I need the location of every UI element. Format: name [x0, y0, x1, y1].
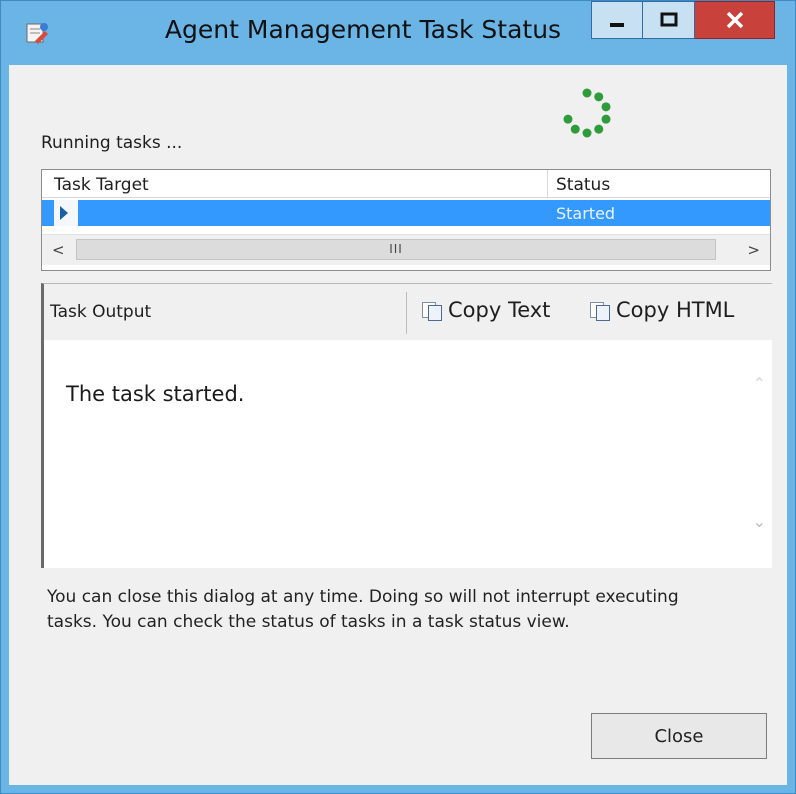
scroll-up-icon[interactable]: ⌃: [753, 374, 766, 393]
copy-text-button[interactable]: Copy Text: [422, 298, 550, 322]
dialog-window: Agent Management Task Status Running tas…: [0, 0, 796, 794]
running-status-label: Running tasks ...: [41, 133, 183, 153]
minimize-icon: [610, 23, 624, 27]
horizontal-scrollbar[interactable]: < III >: [42, 234, 770, 265]
grid-header: Task Target Status: [42, 170, 770, 198]
scroll-left-button[interactable]: <: [52, 241, 65, 259]
output-toolbar: Task Output Copy Text Copy HTML: [44, 284, 772, 340]
close-window-button[interactable]: [695, 1, 775, 39]
close-icon: [726, 11, 743, 29]
dialog-client-area: Running tasks ... Task Target Status Sta…: [9, 65, 787, 785]
spinner-dot: [594, 92, 604, 102]
task-output-panel: Task Output Copy Text Copy HTML The task…: [41, 283, 772, 568]
task-output-label: Task Output: [50, 302, 152, 322]
title-bar[interactable]: Agent Management Task Status: [1, 1, 795, 67]
column-separator[interactable]: [547, 170, 548, 197]
toolbar-separator: [406, 292, 407, 334]
info-text: You can close this dialog at any time. D…: [47, 587, 679, 632]
spinner-dot: [563, 114, 573, 124]
column-header-task-target[interactable]: Task Target: [54, 175, 149, 195]
spinner-dot: [601, 114, 611, 124]
column-header-status[interactable]: Status: [556, 175, 610, 195]
spinner-dot: [601, 102, 611, 112]
table-row[interactable]: Started: [42, 200, 770, 226]
scroll-right-button[interactable]: >: [747, 241, 760, 259]
spinner-dot: [570, 124, 580, 134]
task-grid[interactable]: Task Target Status Started < III >: [41, 169, 771, 271]
copy-icon: [422, 300, 442, 321]
close-button[interactable]: Close: [591, 713, 767, 759]
copy-html-button[interactable]: Copy HTML: [590, 298, 734, 322]
minimize-button[interactable]: [591, 1, 643, 39]
scroll-down-icon[interactable]: ⌄: [753, 512, 766, 531]
spinner-dot: [582, 128, 592, 138]
maximize-button[interactable]: [643, 1, 695, 39]
scroll-thumb[interactable]: III: [76, 239, 716, 260]
spinner-icon: [563, 88, 611, 138]
copy-icon: [590, 300, 610, 321]
row-status-cell: Started: [556, 204, 616, 223]
row-indicator-arrow-icon: [60, 206, 68, 220]
copy-text-label: Copy Text: [448, 298, 551, 322]
copy-html-label: Copy HTML: [616, 298, 735, 322]
spinner-dot: [594, 124, 604, 134]
spinner-dot: [582, 88, 592, 98]
task-output-text: The task started.: [66, 382, 245, 406]
maximize-icon: [660, 12, 677, 27]
